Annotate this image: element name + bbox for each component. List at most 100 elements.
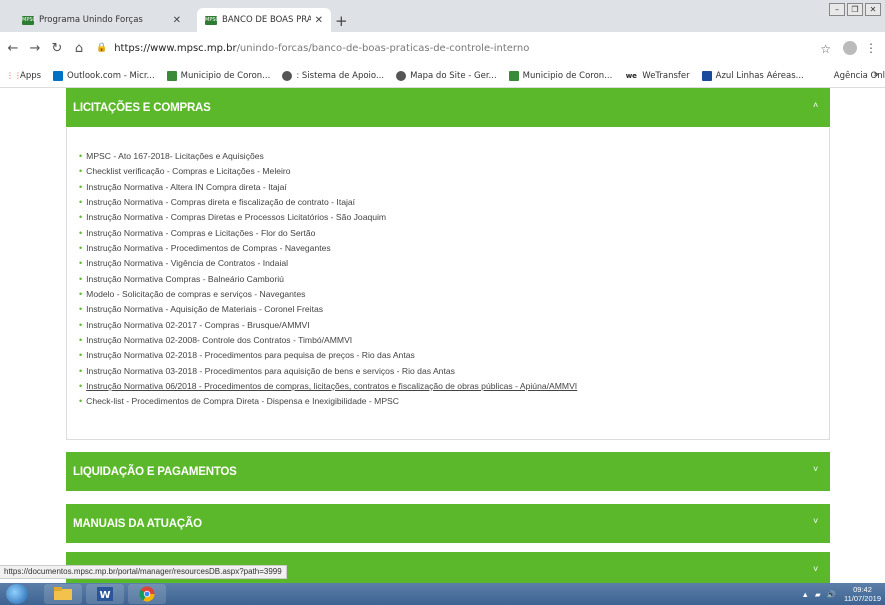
document-link[interactable]: Instrução Normativa - Compras Diretas e … (86, 212, 386, 222)
svg-text:W: W (99, 590, 110, 601)
list-item: • Instrução Normativa - Aquisição de Mate… (79, 302, 577, 317)
list-item: • Instrução Normativa 02-2018 - Procedime… (79, 348, 577, 363)
close-tab-icon[interactable]: ✕ (315, 15, 323, 26)
profile-avatar-icon[interactable] (843, 41, 857, 55)
document-link[interactable]: Instrução Normativa - Altera IN Compra d… (86, 182, 287, 192)
document-link[interactable]: Instrução Normativa 02-2018 - Procedimen… (86, 350, 415, 360)
document-link[interactable]: Instrução Normativa - Vigência de Contra… (86, 258, 288, 268)
address-bar[interactable]: 🔒 https://www.mpsc.mp.br/unindo-forcas/b… (96, 36, 846, 60)
section-title: MANUAIS DA ATUAÇÃO (73, 517, 202, 530)
apps-grid-icon: ⋮⋮ (6, 70, 22, 80)
list-item: • Modelo - Solicitação de compras e servi… (79, 287, 577, 302)
chrome-icon[interactable] (128, 584, 166, 604)
list-item: • Instrução Normativa - Compras e Licitaç… (79, 226, 577, 241)
document-link[interactable]: Instrução Normativa 02-2017 - Compras - … (86, 320, 310, 330)
bullet-icon: • (79, 380, 83, 391)
forward-arrow-icon[interactable]: → (26, 41, 44, 56)
url-path: /unindo-forcas/banco-de-boas-praticas-de… (236, 42, 530, 54)
bullet-icon: • (79, 151, 83, 161)
url-host: https://www.mpsc.mp.br (114, 42, 237, 54)
home-icon[interactable]: ⌂ (70, 41, 88, 56)
section-manuais-header[interactable]: MANUAIS DA ATUAÇÃO ˅ (66, 504, 830, 543)
bookmark-label: Municipio de Coron... (180, 70, 271, 81)
outlook-icon (53, 70, 64, 81)
taskbar-clock[interactable]: 09:42 11/07/2019 (844, 585, 881, 603)
list-item: • Instrução Normativa - Procedimentos de … (79, 241, 577, 256)
file-explorer-icon[interactable] (44, 584, 82, 604)
chevron-down-icon[interactable]: ˅ (813, 464, 818, 474)
document-link[interactable]: MPSC - Ato 167-2018- Licitações e Aquisi… (86, 151, 264, 161)
bookmark-item[interactable]: Municipio de Coron... (166, 70, 271, 81)
document-link[interactable]: Instrução Normativa - Aquisição de Mater… (86, 304, 323, 314)
chevron-down-icon[interactable]: ˅ (813, 516, 818, 526)
bullet-icon: • (79, 166, 83, 177)
bullet-icon: • (79, 212, 83, 223)
lock-icon: 🔒 (96, 43, 108, 53)
section-title: LIQUIDAÇÃO E PAGAMENTOS (73, 465, 237, 478)
bookmark-label: Mapa do Site - Ger... (410, 70, 497, 81)
close-window-icon[interactable]: ✕ (865, 3, 881, 16)
bookmark-item[interactable]: Outlook.com - Micr... (53, 70, 155, 81)
tab-label: Programa Unindo Forças (39, 15, 143, 25)
word-icon[interactable]: W (86, 584, 124, 604)
bookmark-label: Municipio de Coron... (522, 70, 613, 81)
bookmark-star-icon[interactable]: ☆ (820, 42, 831, 56)
document-link[interactable]: Instrução Normativa - Compras e Licitaçõ… (86, 228, 315, 238)
document-link[interactable]: Instrução Normativa - Compras direta e f… (86, 197, 355, 207)
mpsc-favicon: MPSC (205, 15, 219, 25)
document-list: • MPSC - Ato 167-2018- Licitações e Aquis… (79, 149, 577, 410)
bookmarks-overflow-icon[interactable]: » (873, 70, 879, 80)
mpsc-favicon: MPSC (22, 15, 36, 25)
document-link[interactable]: Instrução Normativa 02-2008- Controle do… (86, 335, 352, 345)
bookmark-label: : Sistema de Apoio... (296, 70, 385, 81)
document-link[interactable]: Instrução Normativa Compras - Balneário … (86, 274, 284, 284)
list-item: • MPSC - Ato 167-2018- Licitações e Aquis… (79, 149, 577, 164)
window-controls: – ❐ ✕ (829, 3, 881, 16)
bullet-icon: • (79, 181, 83, 192)
document-link[interactable]: Instrução Normativa - Procedimentos de C… (86, 243, 331, 253)
section-title: LICITAÇÕES E COMPRAS (73, 101, 211, 114)
document-link[interactable]: Instrução Normativa 03-2018 - Procedimen… (86, 366, 455, 376)
tab-programa-unindo-forcas[interactable]: MPSC Programa Unindo Forças ✕ (14, 8, 189, 32)
start-button-icon[interactable] (6, 584, 28, 604)
tray-volume-icon[interactable]: 🔊 (827, 590, 836, 599)
new-tab-button[interactable]: + (335, 12, 348, 30)
bookmark-item[interactable]: Municipio de Coron... (508, 70, 613, 81)
bookmark-item[interactable]: Azul Linhas Aéreas... (701, 70, 804, 81)
list-item: • Instrução Normativa 03-2018 - Procedime… (79, 364, 577, 379)
bullet-icon: • (79, 227, 83, 238)
bullet-icon: • (79, 242, 83, 253)
bookmark-label: Azul Linhas Aéreas... (715, 70, 804, 81)
list-item: • Instrução Normativa - Compras Diretas e… (79, 210, 577, 225)
bullet-icon: • (79, 334, 83, 345)
clock-date: 11/07/2019 (844, 594, 881, 603)
globe-icon (282, 70, 293, 81)
restore-icon[interactable]: ❐ (847, 3, 863, 16)
section-licitacoes-body: • MPSC - Ato 167-2018- Licitações e Aquis… (66, 128, 830, 440)
bookmarks-bar: ⋮⋮ Apps Outlook.com - Micr... Municipio de … (0, 64, 885, 88)
bullet-icon: • (79, 350, 83, 361)
back-arrow-icon[interactable]: ← (4, 41, 22, 56)
document-link[interactable]: Checklist verificação - Compras e Licita… (86, 166, 290, 176)
close-tab-icon[interactable]: ✕ (173, 15, 181, 26)
list-item: • Instrução Normativa 02-2008- Controle d… (79, 333, 577, 348)
chevron-up-icon[interactable]: ˄ (813, 100, 818, 110)
section-liquidacao-header[interactable]: LIQUIDAÇÃO E PAGAMENTOS ˅ (66, 452, 830, 491)
status-bar-url: https://documentos.mpsc.mp.br/portal/man… (0, 565, 287, 579)
document-link[interactable]: Check-list - Procedimentos de Compra Dir… (86, 396, 399, 406)
reload-icon[interactable]: ↻ (48, 41, 66, 56)
minimize-icon[interactable]: – (829, 3, 845, 16)
bookmark-item[interactable]: Mapa do Site - Ger... (396, 70, 497, 81)
tab-banco-de-boas-praticas[interactable]: MPSC BANCO DE BOAS PRÁTICAS DE C ✕ (197, 8, 331, 32)
menu-dots-icon[interactable]: ⋮ (865, 41, 877, 55)
list-item: • Instrução Normativa 02-2017 - Compras -… (79, 318, 577, 333)
document-link[interactable]: Instrução Normativa 06/2018 - Procedimen… (86, 381, 577, 391)
chevron-down-icon[interactable]: ˅ (813, 564, 818, 574)
bookmark-item[interactable]: : Sistema de Apoio... (282, 70, 385, 81)
bookmark-item[interactable]: ⋮⋮ Apps (6, 71, 41, 81)
section-licitacoes-header[interactable]: LICITAÇÕES E COMPRAS ˄ (66, 88, 830, 127)
tray-network-icon[interactable]: ▰ (815, 590, 821, 599)
document-link[interactable]: Modelo - Solicitação de compras e serviç… (86, 289, 305, 299)
bookmark-item[interactable]: we WeTransfer (624, 71, 690, 81)
tray-arrow-icon[interactable]: ▲ (801, 590, 808, 599)
